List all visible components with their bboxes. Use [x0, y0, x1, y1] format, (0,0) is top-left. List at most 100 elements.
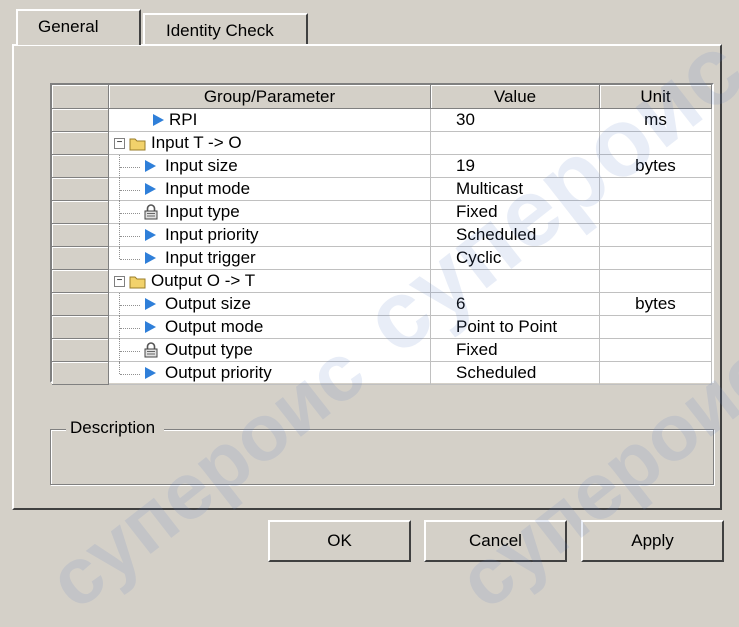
- parameter-name: RPI: [169, 110, 198, 129]
- parameter-name: Input priority: [165, 225, 259, 244]
- cell-parameter[interactable]: Input size: [109, 155, 431, 178]
- folder-icon: [129, 138, 146, 151]
- cell-value[interactable]: 6: [431, 293, 600, 316]
- row-header[interactable]: [52, 109, 109, 132]
- row-header[interactable]: [52, 247, 109, 270]
- tab-identity-check[interactable]: Identity Check: [143, 13, 308, 45]
- table-row[interactable]: Output size 6 bytes: [52, 293, 712, 316]
- parameter-arrow-icon: [145, 321, 156, 333]
- tree-connector: [120, 259, 140, 260]
- tree-connector: [120, 351, 140, 352]
- collapse-toggle-icon[interactable]: −: [114, 276, 125, 287]
- cell-value[interactable]: Fixed: [431, 201, 600, 224]
- cell-value[interactable]: Fixed: [431, 339, 600, 362]
- tab-identity-check-label: Identity Check: [166, 21, 274, 40]
- parameter-name: Input size: [165, 156, 238, 175]
- parameter-name: Output type: [165, 340, 253, 359]
- cell-parameter[interactable]: Input trigger: [109, 247, 431, 270]
- parameter-arrow-icon: [145, 229, 156, 241]
- tree-connector: [119, 247, 120, 259]
- column-header-group-parameter[interactable]: Group/Parameter: [109, 85, 431, 109]
- cell-parameter[interactable]: Output mode: [109, 316, 431, 339]
- table-row[interactable]: Input mode Multicast: [52, 178, 712, 201]
- row-header[interactable]: [52, 201, 109, 224]
- parameter-arrow-icon: [145, 298, 156, 310]
- table-row[interactable]: Output type Fixed: [52, 339, 712, 362]
- parameter-arrow-icon: [145, 183, 156, 195]
- row-header[interactable]: [52, 224, 109, 247]
- collapse-toggle-icon[interactable]: −: [114, 138, 125, 149]
- row-header[interactable]: [52, 293, 109, 316]
- cell-unit: ms: [600, 109, 712, 132]
- cell-unit: [600, 247, 712, 270]
- tab-general[interactable]: General: [16, 9, 141, 45]
- cell-value[interactable]: 30: [431, 109, 600, 132]
- table-row[interactable]: Output priority Scheduled: [52, 362, 712, 385]
- cell-value[interactable]: 19: [431, 155, 600, 178]
- cell-unit: [600, 224, 712, 247]
- table-row[interactable]: Input trigger Cyclic: [52, 247, 712, 270]
- cell-unit: [600, 201, 712, 224]
- parameter-grid: Group/Parameter Value Unit RPI 30 ms − Input…: [50, 83, 714, 385]
- tree-connector: [119, 362, 120, 374]
- tree-connector: [120, 213, 140, 214]
- cell-value[interactable]: Scheduled: [431, 224, 600, 247]
- parameter-name: Output mode: [165, 317, 264, 336]
- cell-unit: [600, 316, 712, 339]
- tree-connector: [120, 190, 140, 191]
- cell-parameter[interactable]: Input mode: [109, 178, 431, 201]
- cell-value[interactable]: Point to Point: [431, 316, 600, 339]
- parameter-name: Output size: [165, 294, 251, 313]
- cell-parameter[interactable]: Output type: [109, 339, 431, 362]
- tree-connector: [120, 305, 140, 306]
- tree-connector: [120, 328, 140, 329]
- description-label: Description: [66, 418, 165, 438]
- column-header-value[interactable]: Value: [431, 85, 600, 109]
- cell-value[interactable]: [431, 132, 600, 155]
- cell-parameter[interactable]: Input type: [109, 201, 431, 224]
- row-header[interactable]: [52, 362, 109, 385]
- row-header[interactable]: [52, 132, 109, 155]
- row-header[interactable]: [52, 316, 109, 339]
- cell-value[interactable]: Cyclic: [431, 247, 600, 270]
- parameter-arrow-icon: [145, 367, 156, 379]
- cell-value[interactable]: Multicast: [431, 178, 600, 201]
- cell-parameter[interactable]: − Input T -> O: [109, 132, 431, 155]
- table-row[interactable]: RPI 30 ms: [52, 109, 712, 132]
- row-header[interactable]: [52, 178, 109, 201]
- group-row[interactable]: − Output O -> T: [52, 270, 712, 293]
- parameter-arrow-icon: [153, 114, 164, 126]
- parameter-name: Input type: [165, 202, 240, 221]
- row-header[interactable]: [52, 155, 109, 178]
- lock-icon: [144, 204, 158, 220]
- tree-connector: [120, 236, 140, 237]
- cell-unit: bytes: [600, 293, 712, 316]
- cell-value[interactable]: Scheduled: [431, 362, 600, 385]
- group-row[interactable]: − Input T -> O: [52, 132, 712, 155]
- table-row[interactable]: Output mode Point to Point: [52, 316, 712, 339]
- parameter-arrow-icon: [145, 160, 156, 172]
- column-header-unit[interactable]: Unit: [600, 85, 712, 109]
- cell-parameter[interactable]: Input priority: [109, 224, 431, 247]
- cell-unit: [600, 362, 712, 385]
- table-row[interactable]: Input size 19 bytes: [52, 155, 712, 178]
- ok-button[interactable]: OK: [268, 520, 411, 562]
- tab-general-label: General: [38, 17, 99, 36]
- cell-unit: [600, 132, 712, 155]
- cancel-button[interactable]: Cancel: [424, 520, 567, 562]
- cell-parameter[interactable]: RPI: [109, 109, 431, 132]
- cell-parameter[interactable]: − Output O -> T: [109, 270, 431, 293]
- parameter-name: Input mode: [165, 179, 251, 198]
- row-header[interactable]: [52, 270, 109, 293]
- row-header[interactable]: [52, 339, 109, 362]
- cell-unit: bytes: [600, 155, 712, 178]
- apply-button[interactable]: Apply: [581, 520, 724, 562]
- cell-parameter[interactable]: Output priority: [109, 362, 431, 385]
- cell-value[interactable]: [431, 270, 600, 293]
- folder-icon: [129, 276, 146, 289]
- table-row[interactable]: Input type Fixed: [52, 201, 712, 224]
- table-row[interactable]: Input priority Scheduled: [52, 224, 712, 247]
- parameter-name: Output priority: [165, 363, 272, 382]
- cell-parameter[interactable]: Output size: [109, 293, 431, 316]
- cell-unit: [600, 178, 712, 201]
